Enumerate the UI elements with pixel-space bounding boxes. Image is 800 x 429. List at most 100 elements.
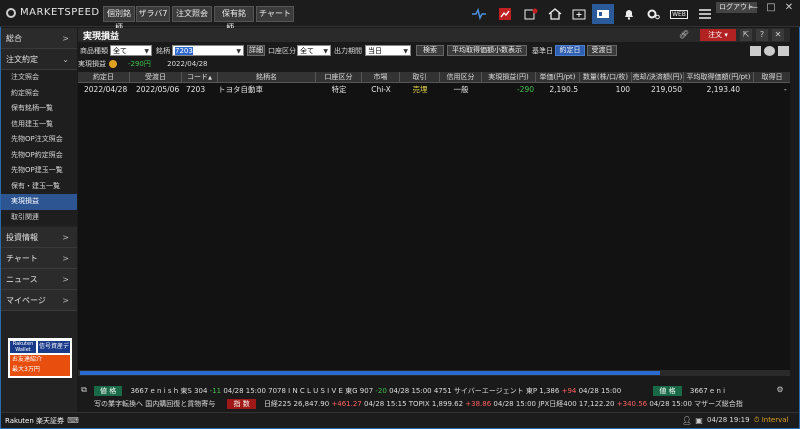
output-period-label: 出力期間 [334, 47, 362, 55]
sidebar-item-investment-info[interactable]: 投資情報 > [1, 227, 77, 248]
col-avg-cost[interactable]: 平均取得価額(円/pt) [684, 72, 754, 83]
trade-date-button[interactable]: 約定日 [555, 45, 585, 56]
ticker-text: 3667 e n i [689, 387, 726, 395]
ticker-settings-icon[interactable]: ⚙ [774, 385, 786, 395]
table-row[interactable]: 2022/04/28 2022/05/06 7203 トヨタ自動車 特定 Chi… [78, 84, 790, 95]
table-header: 約定日 受渡日 コード▲ 銘柄名 口座区分 市場 取引 信用区分 実現損益(円)… [78, 72, 790, 83]
pulse-icon[interactable] [468, 4, 490, 24]
csv-icon[interactable] [750, 46, 761, 56]
col-realized-pnl[interactable]: 実現損益(円) [482, 72, 536, 83]
order-button[interactable]: 注文 ▾ [700, 29, 736, 41]
col-account[interactable]: 口座区分 [316, 72, 362, 83]
sidebar-subitem-realized-pnl[interactable]: 実現損益 [1, 194, 77, 210]
status-bar: Rakuten 楽天証券 ⌨ 👤︎ ▣ 04/28 19:19 ⏱ Interv… [1, 412, 799, 428]
output-period-select[interactable]: 当日 ▼ [365, 45, 411, 56]
tab-chart[interactable]: チャート [256, 6, 294, 22]
symbol-input[interactable]: 7203 ▼ [172, 45, 244, 56]
base-date-label: 基準日 [532, 47, 553, 55]
bell-icon[interactable] [618, 4, 640, 24]
sidebar-subitem-margin-positions[interactable]: 信用建玉一覧 [1, 116, 77, 132]
close-icon[interactable]: ✕ [780, 2, 798, 14]
ticker-expand-icon[interactable]: ⧉ [78, 385, 90, 395]
col-delivery-date[interactable]: 受渡日 [130, 72, 182, 83]
col-code[interactable]: コード▲ [182, 72, 218, 83]
menu-icon[interactable] [694, 4, 716, 24]
sidebar-item-overview[interactable]: 総合 > [1, 28, 77, 49]
tab-stock[interactable]: 個別銘柄 [103, 6, 135, 32]
chevron-down-icon: ▼ [236, 48, 241, 55]
app-logo: MARKETSPEED II [6, 7, 110, 18]
news-icon[interactable] [520, 4, 542, 24]
home-icon[interactable] [544, 4, 566, 24]
sidebar-item-label: ニュース [6, 275, 38, 284]
realized-pnl-table: 約定日 受渡日 コード▲ 銘柄名 口座区分 市場 取引 信用区分 実現損益(円)… [78, 72, 790, 376]
print-icon[interactable] [778, 46, 789, 56]
sidebar-item-news[interactable]: ニュース > [1, 269, 77, 290]
col-acq-date[interactable]: 取得日 [754, 72, 790, 83]
product-type-select[interactable]: 全て ▼ [110, 45, 152, 56]
col-trade-date[interactable]: 約定日 [78, 72, 130, 83]
layout-icon[interactable] [592, 4, 614, 24]
horizontal-scrollbar[interactable] [78, 370, 790, 376]
sidebar-subitem-futures-execution-inquiry[interactable]: 先物OP約定照会 [1, 147, 77, 163]
sidebar-subitem-trade-related[interactable]: 取引関連 [1, 209, 77, 225]
delivery-date-button[interactable]: 受渡日 [587, 45, 617, 56]
col-name[interactable]: 銘柄名 [218, 72, 316, 83]
sidebar-subitem-holdings-positions[interactable]: 保有・建玉一覧 [1, 178, 77, 194]
sidebar-subitem-futures-positions[interactable]: 先物OP建玉一覧 [1, 163, 77, 179]
chart-alert-icon[interactable] [494, 4, 516, 24]
sidebar-item-orders[interactable]: 注文約定 ⌄ [1, 49, 77, 70]
output-period-value: 当日 [368, 47, 382, 55]
product-type-label: 商品種類 [80, 47, 108, 55]
avg-cost-decimal-button[interactable]: 平均取得価額小数表示 [447, 45, 527, 56]
tab-zaraba[interactable]: ザラバ7 [136, 6, 170, 22]
tab-holdings[interactable]: 保有銘柄... [214, 6, 254, 32]
col-quantity[interactable]: 数量(株/口/枚) [580, 72, 632, 83]
scrollbar-thumb[interactable] [80, 371, 660, 375]
col-unit-price[interactable]: 単価(円/pt) [536, 72, 580, 83]
banner-debut-label: 信号資産デビュー [38, 341, 70, 362]
col-trade[interactable]: 取引 [400, 72, 440, 83]
maximize-icon[interactable]: □ [762, 2, 780, 14]
help-icon[interactable]: ? [756, 29, 768, 41]
refresh-icon[interactable] [764, 46, 775, 56]
sidebar-item-chart[interactable]: チャート > [1, 248, 77, 269]
col-credit[interactable]: 信用区分 [440, 72, 482, 83]
banner-referral: お友達紹介 [12, 356, 43, 363]
cell-credit: 一般 [453, 85, 469, 94]
web-icon[interactable]: WEB [668, 4, 690, 24]
sidebar-item-label: チャート [6, 254, 38, 263]
promo-banner[interactable]: Rakuten Wallet 信号資産デビュー お友達紹介 最大3万円 [8, 338, 72, 378]
ticker-text: 04/28 15:00 4751 サイバーエージェント 東P 1,386 [389, 387, 560, 395]
ticker-line-indices[interactable]: 写の業字転換へ 国内購回復と貨物寄与 指 数 日経225 26,847.90 +… [94, 399, 743, 409]
chevron-right-icon: > [62, 254, 69, 263]
ticker-text: 04/28 15:00 [578, 387, 622, 395]
keyboard-icon[interactable]: ⌨ [67, 416, 79, 426]
ticker-line-prices[interactable]: 値 格 3667 e n i s h 東S 304 -11 04/28 15:0… [94, 386, 725, 396]
sidebar-subitem-order-inquiry[interactable]: 注文照会 [1, 70, 77, 86]
account-type-select[interactable]: 全て ▼ [297, 45, 331, 56]
sidebar-subitem-futures-order-inquiry[interactable]: 先物OP注文照会 [1, 132, 77, 148]
new-window-icon[interactable] [568, 4, 590, 24]
pnl-summary-label: 実現損益 [78, 60, 106, 68]
status-info-icon[interactable]: ▣ [693, 416, 705, 426]
user-icon[interactable]: 👤︎ [681, 416, 693, 426]
tab-order-inquiry[interactable]: 注文照会 [172, 6, 212, 22]
col-sale-amount[interactable]: 売却/決済額(円) [632, 72, 684, 83]
search-button[interactable]: 検索 [416, 45, 444, 56]
pin-icon[interactable]: ⇱ [740, 29, 752, 41]
panel-close-icon[interactable]: ✕ [772, 29, 784, 41]
sidebar-subitem-execution-inquiry[interactable]: 約定照会 [1, 85, 77, 101]
sidebar-subitem-holdings-list[interactable]: 保有銘柄一覧 [1, 101, 77, 117]
minimize-icon[interactable]: — [744, 2, 762, 14]
detail-button[interactable]: 詳細 [247, 45, 265, 56]
link-icon[interactable]: 🔗︎ [678, 29, 690, 41]
cell-avg-cost: 2,193.40 [706, 85, 740, 94]
info-icon[interactable] [109, 60, 117, 68]
ticker-change: +94 [561, 387, 577, 395]
cell-realized-pnl: -290 [516, 85, 534, 94]
settings-icon[interactable] [642, 4, 664, 24]
col-market[interactable]: 市場 [362, 72, 400, 83]
cell-code: 7203 [186, 85, 206, 94]
sidebar-item-mypage[interactable]: マイページ > [1, 290, 77, 311]
